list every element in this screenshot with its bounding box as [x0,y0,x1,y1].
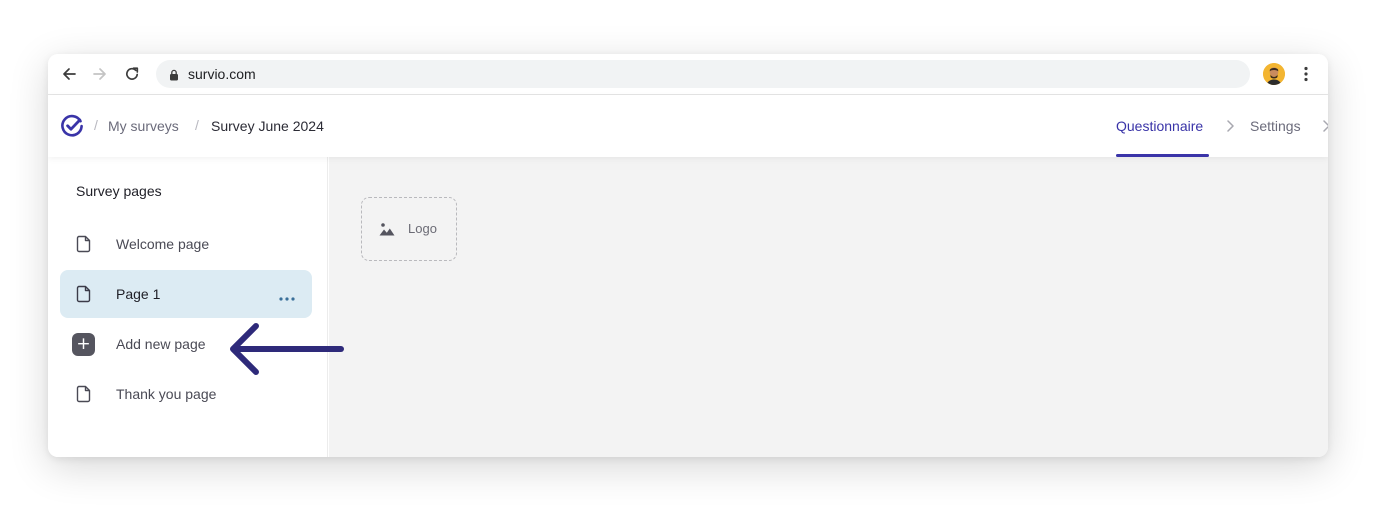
survey-canvas: Logo [329,157,1328,457]
breadcrumb-separator: / [195,117,199,133]
survey-pages-sidebar: Survey pages Welcome page Page 1 + Add n… [48,157,328,457]
url-text: survio.com [188,66,256,82]
sidebar-item-label: Page 1 [116,286,161,302]
breadcrumb-current-survey: Survey June 2024 [211,118,324,134]
breadcrumb-separator: / [94,117,98,133]
forward-icon[interactable] [90,64,110,84]
sidebar-item-thank-you-page[interactable]: Thank you page [60,370,312,418]
page-icon [75,385,93,403]
page-icon [75,285,93,303]
chevron-right-icon [1321,119,1328,133]
tab-settings[interactable]: Settings [1250,117,1301,135]
sidebar-item-label: Add new page [116,336,206,352]
reload-icon[interactable] [122,64,142,84]
logo-upload-placeholder[interactable]: Logo [361,197,457,261]
lock-icon [168,68,180,81]
active-tab-indicator [1116,154,1209,157]
sidebar-item-welcome-page[interactable]: Welcome page [60,220,312,268]
breadcrumb-my-surveys[interactable]: My surveys [108,117,179,135]
page-icon [75,235,93,253]
user-avatar[interactable] [1263,63,1285,85]
sidebar-item-label: Thank you page [116,386,217,402]
more-horizontal-icon[interactable] [278,290,296,301]
address-bar[interactable]: survio.com [156,60,1250,88]
plus-icon: + [72,333,95,356]
sidebar-title: Survey pages [76,183,162,199]
app-header: / My surveys / Survey June 2024 Question… [48,95,1328,157]
logo-label: Logo [408,221,437,236]
browser-window: survio.com / My surveys / Survey June 20… [48,54,1328,457]
tab-questionnaire[interactable]: Questionnaire [1116,117,1203,135]
annotation-arrow [226,321,348,377]
sidebar-item-label: Welcome page [116,236,210,252]
chevron-right-icon [1225,119,1235,133]
survio-logo-icon[interactable] [60,114,84,138]
sidebar-item-page-1[interactable]: Page 1 [60,270,312,318]
browser-toolbar: survio.com [48,54,1328,95]
back-icon[interactable] [59,64,79,84]
vertical-dots-icon[interactable] [1297,64,1315,84]
image-icon [379,222,395,236]
